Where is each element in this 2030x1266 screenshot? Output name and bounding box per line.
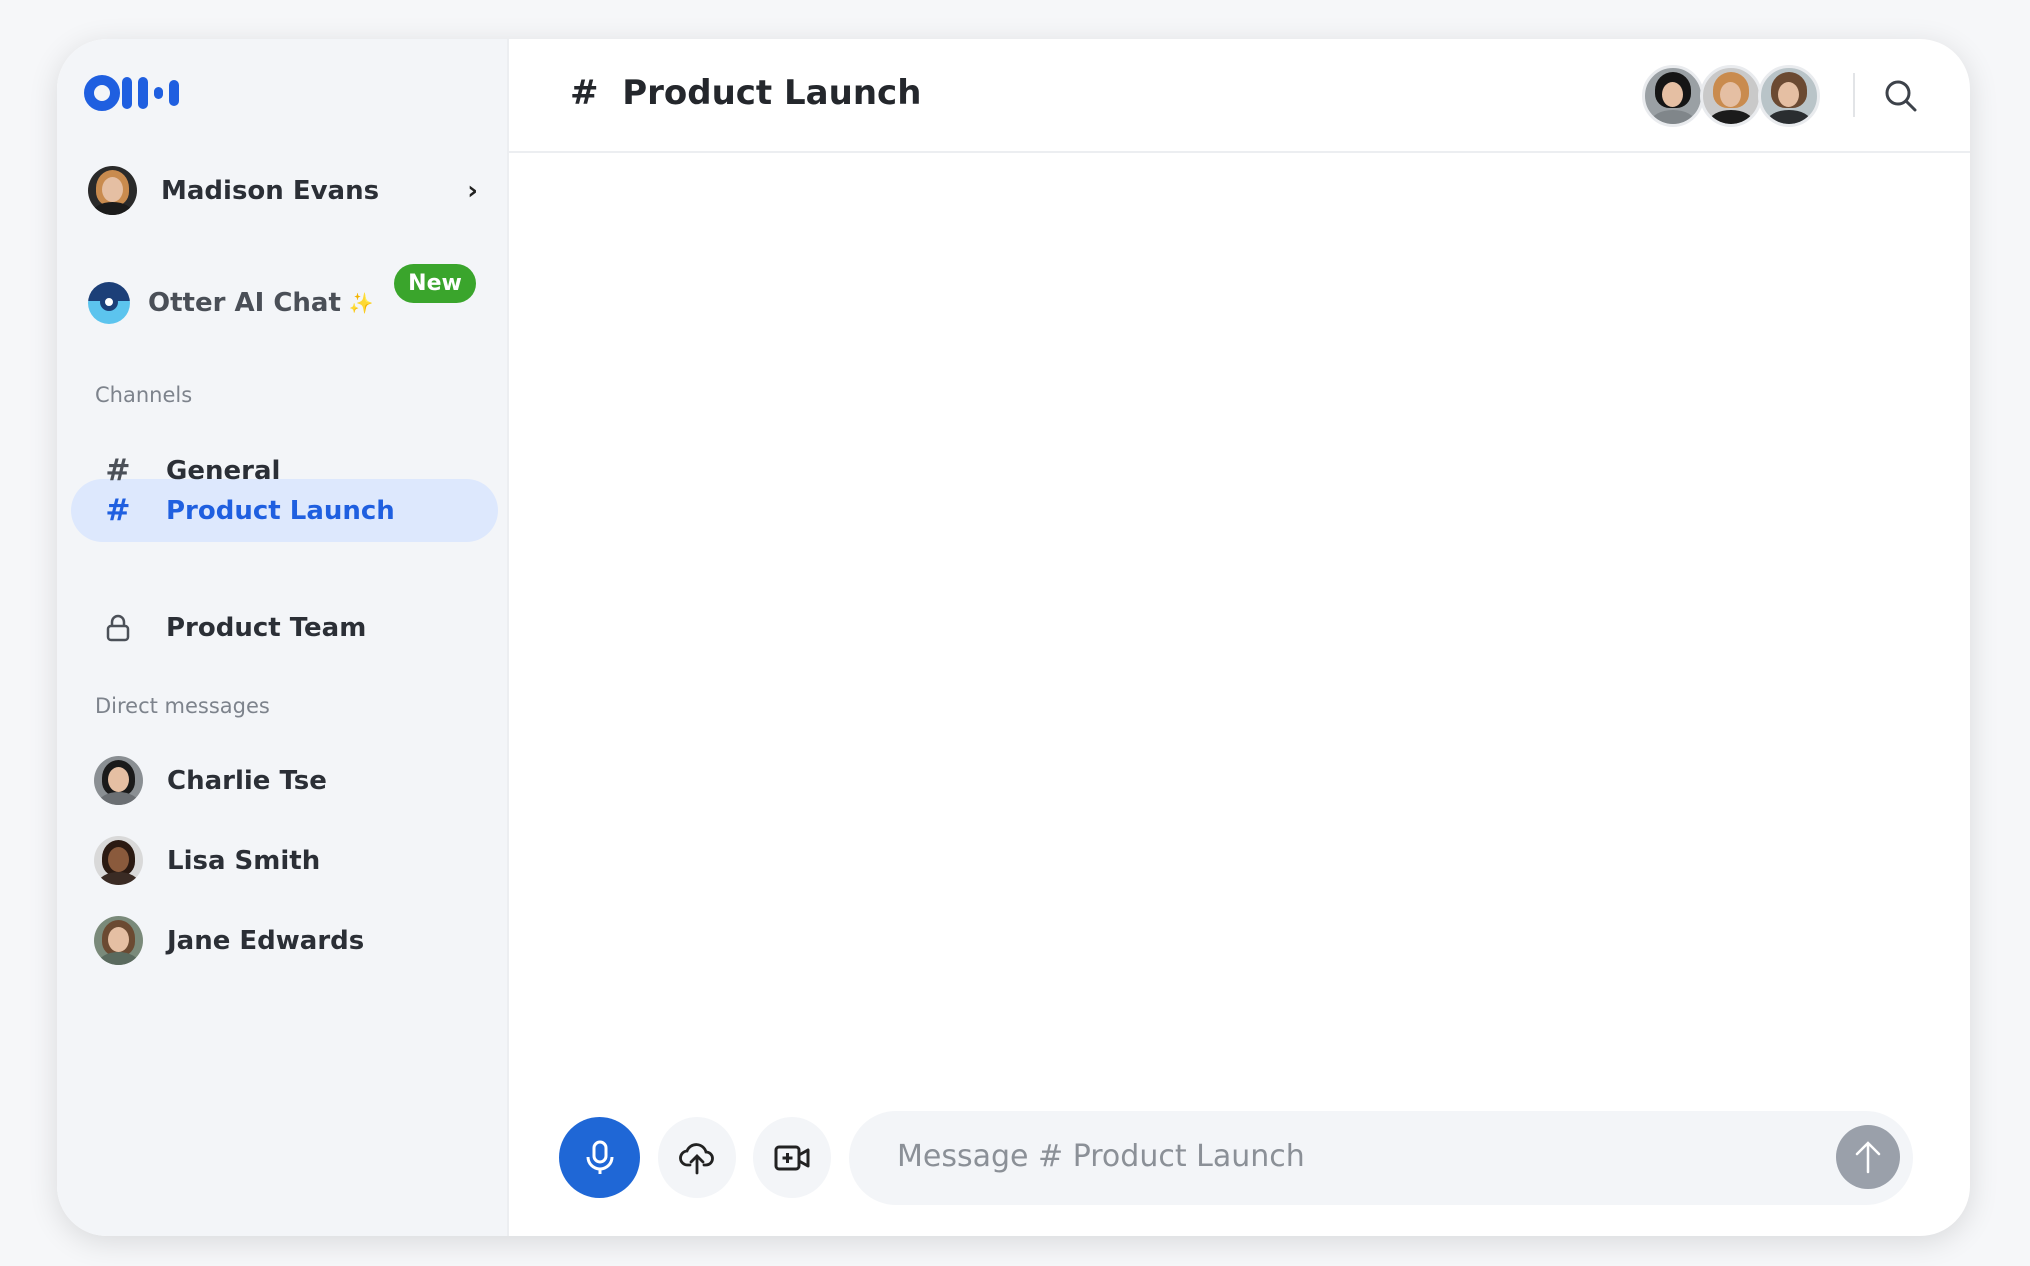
video-add-icon — [774, 1145, 810, 1170]
otter-ai-chat-item[interactable]: Otter AI Chat ✨ — [88, 282, 374, 324]
otter-logo[interactable] — [84, 74, 184, 112]
avatar — [88, 166, 137, 215]
user-profile-button[interactable]: Madison Evans › — [88, 166, 478, 215]
channel-title: # Product Launch — [570, 73, 921, 113]
send-button[interactable] — [1836, 1125, 1900, 1189]
message-placeholder: Message # Product Launch — [897, 1139, 1305, 1174]
channel-header: # Product Launch — [509, 39, 1970, 153]
dm-jane-edwards[interactable]: Jane Edwards — [94, 916, 364, 965]
microphone-icon — [586, 1140, 613, 1174]
upload-button[interactable] — [658, 1117, 736, 1198]
message-input[interactable]: Message # Product Launch — [849, 1111, 1913, 1205]
video-button[interactable] — [753, 1117, 831, 1198]
dm-charlie-tse[interactable]: Charlie Tse — [94, 756, 327, 805]
sidebar-item-general[interactable]: # General — [98, 453, 280, 488]
search-icon[interactable] — [1883, 78, 1919, 114]
channel-label: General — [166, 455, 281, 486]
arrow-up-icon — [1855, 1141, 1881, 1174]
sidebar-item-product-launch[interactable]: # Product Launch — [98, 493, 395, 528]
cloud-upload-icon — [679, 1142, 714, 1174]
sidebar: Madison Evans › Otter AI Chat ✨ New Chan… — [57, 39, 509, 1236]
avatar — [94, 756, 143, 805]
record-mic-button[interactable] — [559, 1117, 640, 1198]
otter-ai-chat-label: Otter AI Chat — [148, 288, 341, 318]
dm-name: Jane Edwards — [167, 925, 365, 956]
dm-name: Charlie Tse — [167, 765, 327, 796]
hash-icon: # — [570, 73, 599, 113]
avatar — [94, 916, 143, 965]
chevron-right-icon: › — [467, 175, 478, 206]
dm-lisa-smith[interactable]: Lisa Smith — [94, 836, 320, 885]
divider — [1853, 73, 1855, 117]
member-avatar[interactable] — [1700, 65, 1762, 127]
avatar — [94, 836, 143, 885]
sparkle-icon: ✨ — [348, 291, 374, 315]
channel-label: Product Team — [166, 613, 367, 643]
new-badge: New — [394, 264, 476, 303]
dm-name: Lisa Smith — [167, 845, 321, 876]
otter-chat-icon — [88, 282, 130, 324]
channels-heading: Channels — [95, 383, 193, 407]
channel-title-text: Product Launch — [622, 73, 922, 113]
app-window: Madison Evans › Otter AI Chat ✨ New Chan… — [57, 39, 1970, 1236]
member-avatar[interactable] — [1758, 65, 1820, 127]
direct-messages-heading: Direct messages — [95, 694, 270, 718]
lock-icon — [98, 614, 138, 642]
hash-icon: # — [105, 453, 131, 488]
user-name: Madison Evans — [161, 175, 380, 206]
member-avatar[interactable] — [1642, 65, 1704, 127]
hash-icon: # — [105, 493, 131, 528]
channel-label: Product Launch — [166, 495, 395, 526]
sidebar-item-product-team[interactable]: Product Team — [98, 613, 366, 643]
